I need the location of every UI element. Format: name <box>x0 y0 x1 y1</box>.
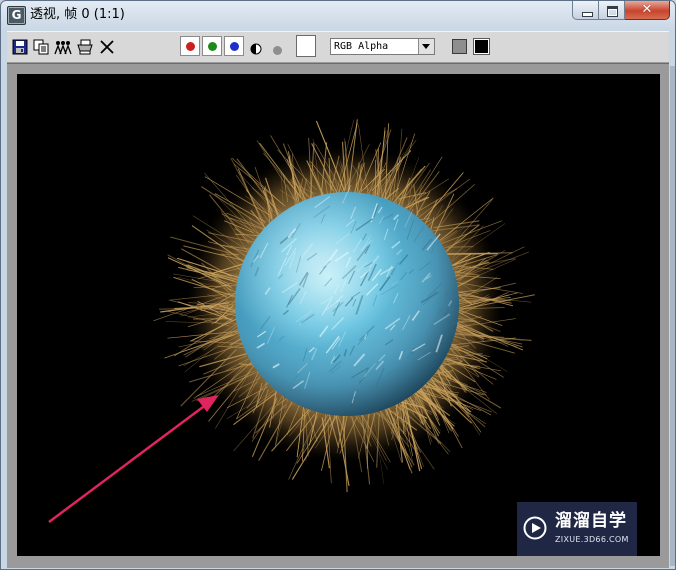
app-icon[interactable]: G <box>7 6 26 25</box>
blue-channel-button[interactable] <box>224 36 244 56</box>
mono-dot-icon[interactable] <box>272 41 283 55</box>
frame-area: 溜溜自学 ZIXUE.3D66.COM <box>7 63 669 568</box>
save-icon[interactable] <box>12 39 28 55</box>
frame-toolbar: RGB Alpha <box>7 31 669 63</box>
close-icon: ✕ <box>641 2 653 17</box>
maximize-icon <box>607 6 618 17</box>
red-channel-icon <box>186 42 195 51</box>
rendered-image <box>17 74 660 556</box>
play-logo-icon <box>523 516 547 540</box>
render-canvas[interactable]: 溜溜自学 ZIXUE.3D66.COM <box>17 74 660 556</box>
window-right-edge <box>670 66 675 566</box>
color-swatch[interactable] <box>296 35 316 57</box>
blue-channel-icon <box>230 42 239 51</box>
clear-icon[interactable] <box>99 39 115 55</box>
red-channel-button[interactable] <box>180 36 200 56</box>
minimize-icon <box>582 12 593 17</box>
close-button[interactable]: ✕ <box>625 1 670 20</box>
green-channel-icon <box>208 42 217 51</box>
gray-background-button[interactable] <box>452 39 467 54</box>
app-icon-letter: G <box>11 8 22 22</box>
clone-window-icon[interactable] <box>54 39 72 55</box>
half-circle-icon[interactable] <box>250 40 262 55</box>
render-frame-window: G 透视, 帧 0 (1:1) ✕ RGB Alpha 溜溜自学 ZIXUE.3… <box>0 0 676 570</box>
watermark-subtitle: ZIXUE.3D66.COM <box>555 535 629 544</box>
print-icon[interactable] <box>77 39 93 55</box>
channel-dropdown-value: RGB Alpha <box>334 41 389 52</box>
minimize-button[interactable] <box>572 1 599 20</box>
watermark-title: 溜溜自学 <box>555 511 627 531</box>
green-channel-button[interactable] <box>202 36 222 56</box>
title-bar[interactable]: G 透视, 帧 0 (1:1) ✕ <box>1 1 675 29</box>
window-controls: ✕ <box>572 1 670 21</box>
chevron-down-icon[interactable] <box>418 39 434 54</box>
copy-icon[interactable] <box>33 39 49 55</box>
channel-dropdown[interactable]: RGB Alpha <box>330 38 435 55</box>
black-background-button[interactable] <box>473 38 490 55</box>
watermark: 溜溜自学 ZIXUE.3D66.COM <box>517 502 637 556</box>
window-title: 透视, 帧 0 (1:1) <box>30 7 125 22</box>
maximize-button[interactable] <box>599 1 625 20</box>
